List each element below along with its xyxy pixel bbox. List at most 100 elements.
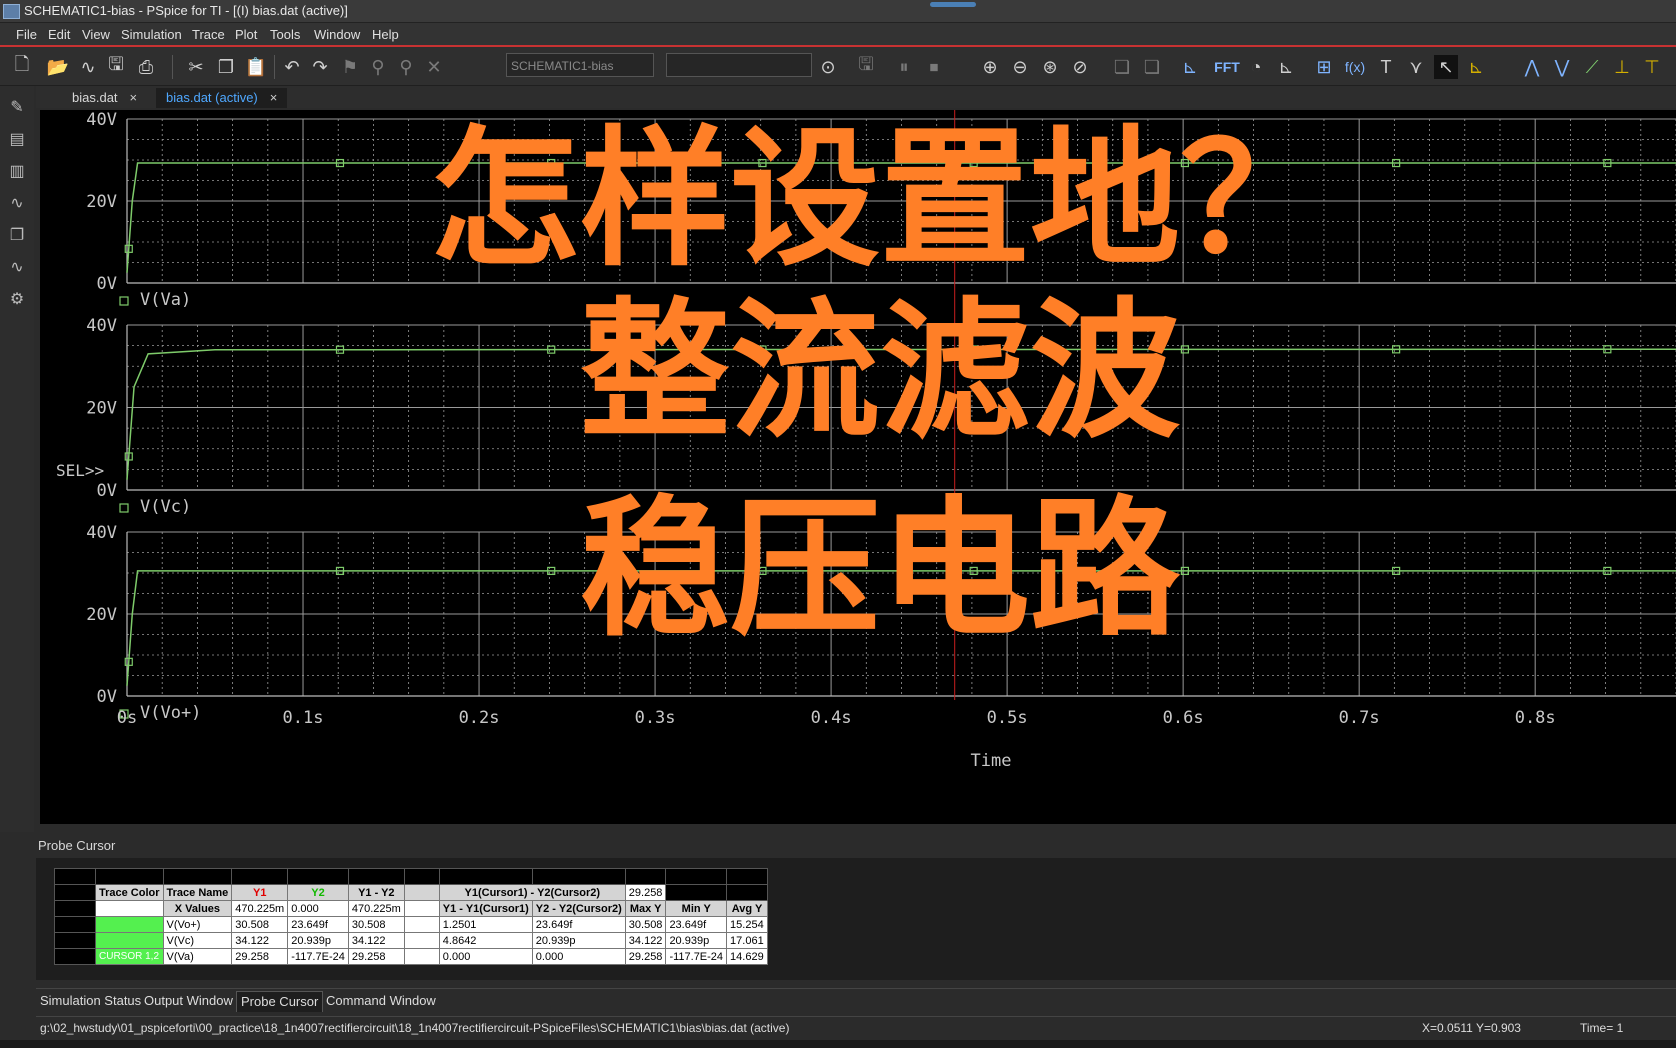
pointer-icon[interactable]: ↖ — [1434, 55, 1458, 79]
menu-file[interactable]: File — [16, 27, 37, 42]
menu-edit[interactable]: Edit — [48, 27, 70, 42]
legend-marker-icon — [119, 296, 129, 306]
menu-window[interactable]: Window — [314, 27, 360, 42]
copy-icon[interactable]: ❐ — [214, 55, 238, 79]
cursor-slope-icon[interactable]: ⟋ — [1580, 55, 1604, 79]
tab-probe-cursor[interactable]: Probe Cursor — [236, 991, 324, 1012]
menu-help[interactable]: Help — [372, 27, 399, 42]
cursor-trough-icon[interactable]: ⋁ — [1550, 55, 1574, 79]
tab-output-window[interactable]: Output Window — [140, 991, 237, 1011]
col-trace-name[interactable]: Trace Name — [162, 884, 233, 901]
copy-plot-icon[interactable]: ❏ — [1110, 55, 1134, 79]
menu-tools[interactable]: Tools — [270, 27, 300, 42]
status-time: Time= 1 — [1580, 1021, 1624, 1035]
open-waveform-icon[interactable]: ∿ — [76, 55, 100, 79]
x-tick-label: 0.3s — [635, 708, 676, 728]
close-icon[interactable]: × — [270, 90, 278, 105]
cursor-peak-icon[interactable]: ⋀ — [1520, 55, 1544, 79]
mark-data-icon[interactable]: ⋎ — [1404, 55, 1428, 79]
col-trace-color[interactable]: Trace Color — [95, 884, 164, 901]
waveform-plot-area[interactable]: 40V 20V 0V V(Va) 40V 20V 0V V(Vc) 40V 20V 0V V(Vo+)… — [40, 110, 1676, 824]
trace-color-swatch — [95, 916, 164, 933]
bookmark-icon[interactable]: ⚑ — [338, 55, 362, 79]
fft-button[interactable]: FFT — [1210, 55, 1244, 79]
function-button[interactable]: f(x) — [1340, 55, 1370, 79]
add-trace-icon[interactable]: ⊞ — [1312, 55, 1336, 79]
profile-combo[interactable]: SCHEMATIC1-bias — [506, 53, 654, 77]
delete-marker-icon[interactable]: ✕ — [422, 55, 446, 79]
overlay-title-line3: 稳压电路 — [579, 483, 1180, 657]
left-sidebar: ✎ ▤ ▥ ∿ ❐ ∿ ⚙ — [0, 86, 34, 832]
pause-icon[interactable]: ⏸ — [892, 55, 916, 79]
table-row[interactable]: V(Vc) 34.122 20.939p 34.122 4.8642 20.93… — [54, 932, 769, 949]
x-axis-settings-icon[interactable]: ⊾ — [1274, 55, 1298, 79]
cursor-min-icon[interactable]: ⊥ — [1610, 55, 1634, 79]
zoom-out-icon[interactable]: ⊖ — [1008, 55, 1032, 79]
col-y1[interactable]: Y1 — [231, 884, 289, 901]
tab-simulation-status[interactable]: Simulation Status — [36, 991, 145, 1011]
pin-icon[interactable]: ✎ — [6, 96, 28, 118]
tab-command-window[interactable]: Command Window — [322, 991, 440, 1011]
cursor-max-icon[interactable]: ⊤ — [1640, 55, 1664, 79]
simulation-combo[interactable] — [666, 53, 812, 77]
document-icon[interactable]: ▤ — [6, 128, 28, 150]
table-row[interactable]: V(Vo+) 30.508 23.649f 30.508 1.2501 23.6… — [54, 916, 769, 933]
close-icon[interactable]: × — [130, 90, 138, 105]
app-icon — [3, 4, 20, 19]
waveform-doc-icon[interactable]: ▥ — [6, 160, 28, 182]
y-tick-label: 0V — [97, 481, 117, 501]
menu-trace[interactable]: Trace — [192, 27, 225, 42]
y-tick-label: 20V — [86, 399, 117, 419]
undo-icon[interactable]: ↶ — [280, 55, 304, 79]
selection-marker: SEL>> — [56, 461, 104, 480]
paste-icon[interactable]: 📋 — [244, 55, 268, 79]
col-y1-minus-y2[interactable]: Y1 - Y2 — [347, 884, 405, 901]
new-file-icon[interactable]: 🗋 — [10, 54, 34, 79]
performance-icon[interactable]: ◔ — [1244, 55, 1268, 79]
table-row[interactable]: CURSOR 1,2 V(Va) 29.258 -117.7E-24 29.25… — [54, 948, 769, 965]
save-icon[interactable]: 🖫 — [104, 54, 128, 79]
trace-color-swatch: CURSOR 1,2 — [95, 948, 164, 965]
cut-icon[interactable]: ✂ — [184, 55, 208, 79]
col-cursor-diff[interactable]: Y1(Cursor1) - Y2(Cursor2) — [438, 884, 626, 901]
x-tick-label: 0s — [117, 708, 137, 728]
print-icon[interactable]: ⎙ — [134, 55, 158, 79]
ruler-icon[interactable]: ⊾ — [1464, 55, 1488, 79]
marker-icon[interactable]: ⚲ — [366, 55, 390, 79]
window-title: SCHEMATIC1-bias - PSpice for TI - [(I) b… — [24, 3, 348, 18]
add-y-axis-icon[interactable]: ⊾ — [1178, 55, 1202, 79]
tab-bias-dat-active[interactable]: bias.dat (active) × — [156, 88, 288, 108]
marker-remove-icon[interactable]: ⚲ — [394, 55, 418, 79]
legend-label: V(Va) — [140, 290, 191, 310]
run-icon[interactable]: ⊙ — [816, 55, 840, 79]
menu-view[interactable]: View — [82, 27, 110, 42]
save-sim-icon[interactable]: 🖫 — [854, 54, 878, 79]
document-tabs: bias.dat × bias.dat (active) × — [36, 86, 1676, 108]
col-y2[interactable]: Y2 — [287, 884, 349, 901]
open-folder-icon[interactable]: 📂 — [46, 55, 70, 79]
menu-simulation[interactable]: Simulation — [121, 27, 182, 42]
trace-name: V(Vc) — [162, 932, 233, 949]
zoom-area-icon[interactable]: ⊛ — [1038, 55, 1062, 79]
tab-bias-dat[interactable]: bias.dat × — [62, 88, 147, 108]
zoom-fit-icon[interactable]: ⊘ — [1068, 55, 1092, 79]
status-file-path: g:\02_hwstudy\01_pspiceforti\00_practice… — [40, 1021, 790, 1035]
x-tick-label: 0.1s — [283, 708, 324, 728]
tab-label: bias.dat — [72, 90, 118, 105]
settings-icon[interactable]: ⚙ — [6, 288, 28, 310]
zoom-in-icon[interactable]: ⊕ — [978, 55, 1002, 79]
table-row — [54, 868, 769, 885]
redo-icon[interactable]: ↷ — [308, 55, 332, 79]
menu-bar: File Edit View Simulation Trace Plot Too… — [0, 23, 1676, 47]
layers-icon[interactable]: ❐ — [6, 224, 28, 246]
x-tick-label: 0.2s — [459, 708, 500, 728]
stop-icon[interactable]: ⏹ — [922, 55, 946, 79]
legend-marker-icon — [119, 503, 129, 513]
y-tick-label: 20V — [86, 192, 117, 212]
table-header-row: Trace Color Trace Name Y1 Y2 Y1 - Y2 Y1(… — [54, 884, 769, 901]
probe-icon[interactable]: ∿ — [6, 192, 28, 214]
text-label-icon[interactable]: T — [1374, 55, 1398, 79]
measure-icon[interactable]: ∿ — [6, 256, 28, 278]
menu-plot[interactable]: Plot — [235, 27, 257, 42]
paste-plot-icon[interactable]: ❏ — [1140, 55, 1164, 79]
